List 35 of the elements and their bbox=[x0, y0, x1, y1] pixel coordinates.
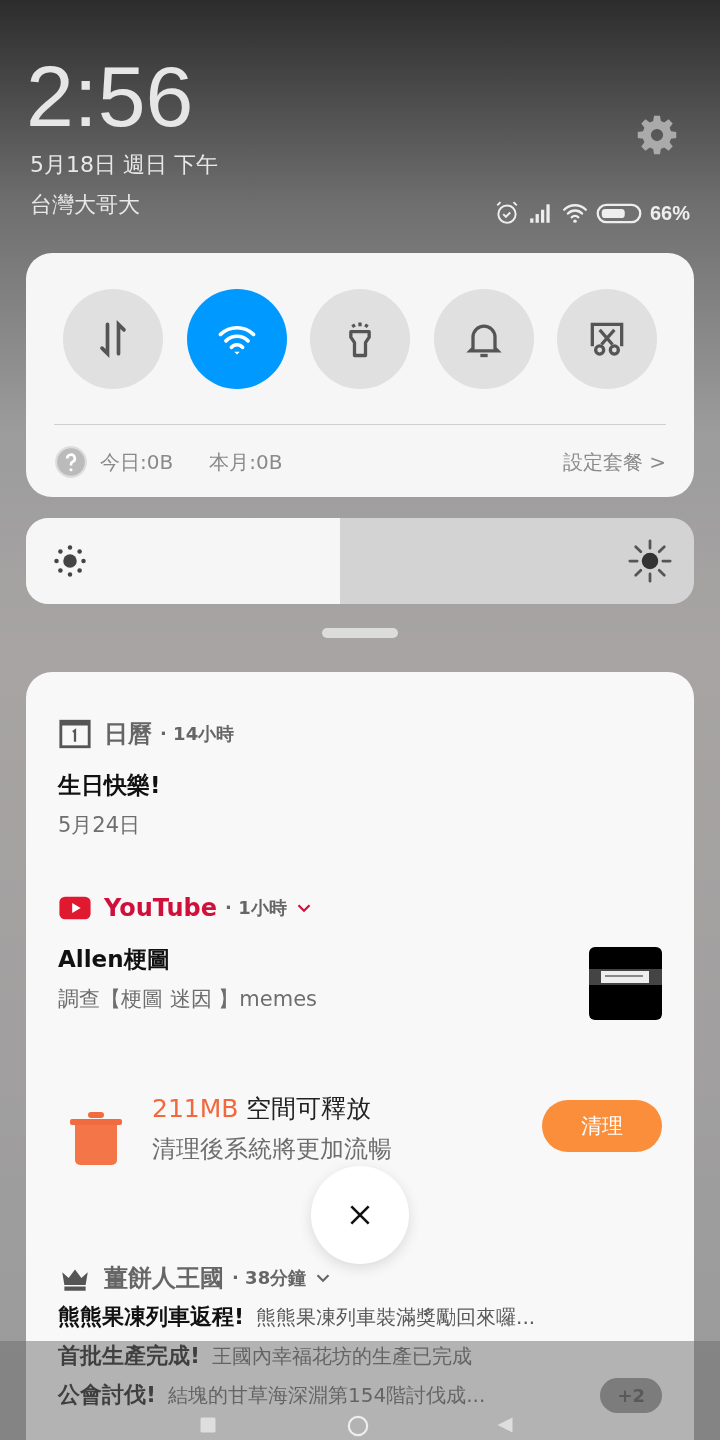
app-name: 薑餅人王國 bbox=[104, 1263, 224, 1294]
notification-title: Allen梗圖 bbox=[58, 945, 171, 974]
notification-time: · 1小時 bbox=[225, 896, 287, 920]
notification-title: 公會討伐! bbox=[58, 1381, 157, 1409]
bright-sun-icon bbox=[628, 539, 672, 583]
notification-time: · 38分鐘 bbox=[232, 1266, 307, 1290]
trash-can-icon bbox=[68, 1110, 124, 1166]
drag-handle[interactable] bbox=[322, 628, 398, 638]
brightness-slider[interactable] bbox=[26, 518, 694, 604]
notification-time: · 14小時 bbox=[160, 722, 235, 746]
set-plan-link[interactable]: 設定套餐 > bbox=[562, 448, 666, 476]
data-month: 本月:0B bbox=[209, 448, 283, 476]
carrier-name: 台灣大哥大 bbox=[30, 191, 141, 219]
clock-time: 2:56 bbox=[26, 50, 195, 142]
home-icon[interactable] bbox=[347, 1415, 369, 1437]
cleanup-text: 清理後系統將更加流暢 bbox=[152, 1134, 393, 1165]
app-name: 日曆 bbox=[104, 719, 152, 750]
date-text: 5月18日 週日 下午 bbox=[30, 151, 218, 179]
notification-text: 結塊的甘草海深淵第154階討伐成... bbox=[168, 1381, 486, 1409]
notification-title: 熊熊果凍列車返程! bbox=[58, 1303, 245, 1331]
notification-title: 首批生產完成! bbox=[58, 1342, 201, 1370]
notification-title: 生日快樂! bbox=[58, 771, 162, 800]
battery-percent: 66% bbox=[649, 201, 690, 225]
help-icon bbox=[54, 445, 88, 479]
settings-icon[interactable] bbox=[636, 114, 678, 156]
notification-text: 調查【梗圖 迷因 】memes bbox=[58, 986, 319, 1013]
battery-icon bbox=[595, 201, 642, 225]
clean-button[interactable]: 清理 bbox=[542, 1100, 662, 1152]
notification-text: 王國內幸福花坊的生產已完成 bbox=[212, 1342, 473, 1370]
notification-text: 5月24日 bbox=[58, 812, 142, 839]
notification-text: 熊熊果凍列車裝滿獎勵回來囉... bbox=[256, 1303, 536, 1331]
dim-sun-icon bbox=[52, 543, 88, 579]
app-name: YouTube bbox=[104, 894, 218, 922]
data-today: 今日:0B bbox=[100, 448, 174, 476]
cleanup-title: 211MB 空間可釋放 bbox=[152, 1093, 373, 1125]
